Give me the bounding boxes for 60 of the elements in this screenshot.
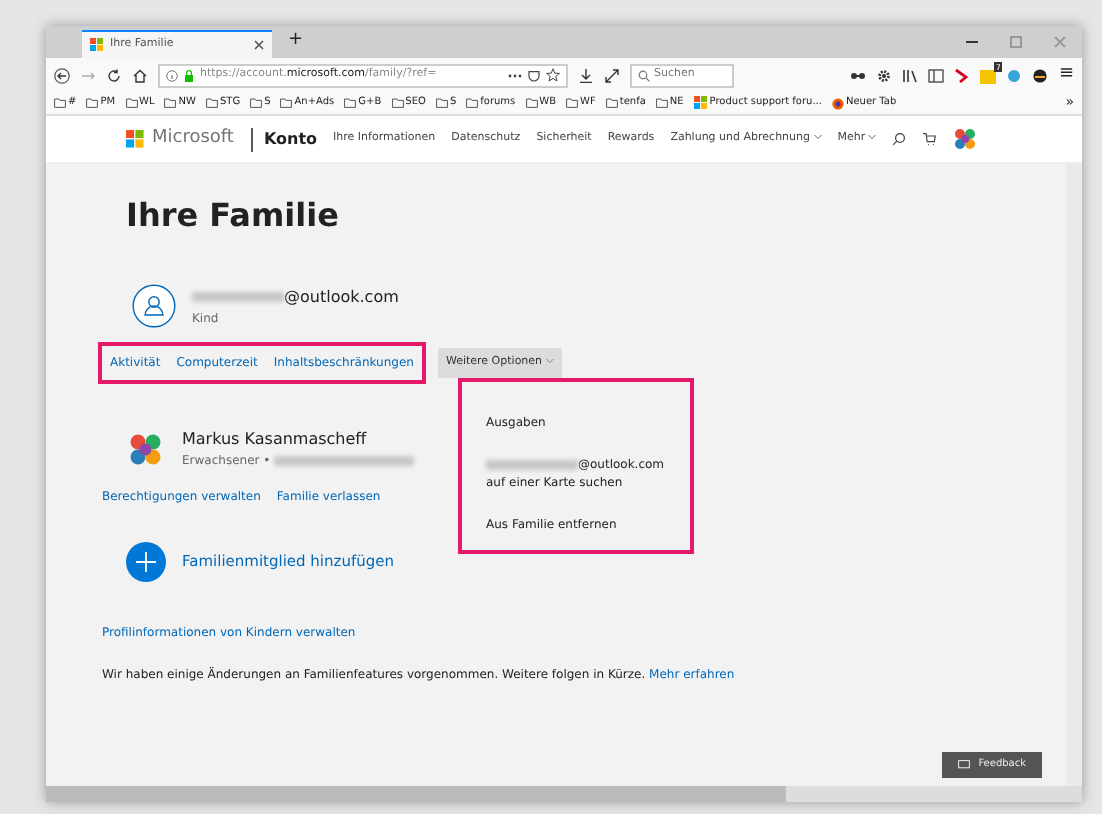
more-icon[interactable]	[508, 69, 522, 81]
shield-icon[interactable]	[528, 69, 540, 81]
search-icon[interactable]	[892, 132, 907, 146]
section-title[interactable]: Konto	[263, 127, 318, 151]
windows-logo-icon	[126, 130, 144, 148]
sidebar-icon[interactable]	[928, 67, 945, 83]
expand-icon[interactable]	[604, 67, 620, 83]
folder-icon	[280, 98, 293, 108]
library-icon[interactable]	[902, 67, 919, 83]
chevron-down-icon	[813, 134, 822, 141]
folder-icon	[250, 98, 263, 108]
gear-icon[interactable]	[876, 67, 893, 83]
folder-icon	[86, 98, 99, 108]
new-tab-button[interactable]: +	[272, 28, 320, 56]
reload-icon[interactable]	[106, 67, 122, 83]
profile-picture-icon	[126, 429, 166, 469]
windows-logo-icon	[90, 38, 104, 52]
folder-icon	[54, 98, 66, 108]
download-icon[interactable]	[578, 67, 594, 83]
note-icon[interactable]	[980, 67, 997, 83]
chevron-down-icon	[868, 134, 877, 141]
avatar-icon[interactable]	[1032, 67, 1049, 83]
plus-icon	[126, 542, 166, 582]
glasses-icon[interactable]	[850, 67, 867, 83]
comment-icon	[958, 759, 971, 770]
folder-icon	[435, 98, 448, 108]
folder-icon	[655, 98, 668, 108]
menu-button[interactable]: ≡	[1058, 61, 1074, 89]
folder-icon	[566, 98, 579, 108]
brand-name: Microsoft	[152, 125, 234, 152]
cart-icon[interactable]	[922, 132, 937, 146]
back-icon[interactable]	[54, 67, 70, 83]
minimize-icon[interactable]	[966, 36, 978, 48]
firefox-icon	[831, 97, 844, 109]
person-icon	[132, 284, 176, 328]
lock-icon	[184, 69, 194, 81]
folder-icon	[344, 98, 357, 108]
microsoft-logo[interactable]: Microsoft	[126, 125, 234, 153]
divider-icon	[249, 127, 254, 151]
tiles-icon	[693, 96, 708, 110]
folder-icon	[525, 98, 538, 108]
vertical-scrollbar[interactable]	[1066, 164, 1082, 786]
folder-icon	[391, 98, 404, 108]
star-icon[interactable]	[546, 68, 560, 82]
folder-icon	[605, 98, 618, 108]
folder-icon	[205, 98, 218, 108]
folder-icon	[125, 98, 138, 108]
horizontal-scrollbar[interactable]	[46, 786, 1082, 802]
info-icon	[166, 69, 178, 81]
profile-picture-icon[interactable]	[952, 126, 979, 152]
home-icon[interactable]	[132, 67, 148, 83]
page-title: Ihre Familie	[126, 194, 341, 238]
folder-icon	[466, 98, 479, 108]
close-icon[interactable]	[254, 40, 264, 50]
chevron-down-icon	[545, 358, 554, 365]
folder-icon	[164, 98, 177, 108]
globe-icon[interactable]	[1006, 67, 1023, 83]
email-address: @outlook.com	[192, 285, 399, 309]
member-name: Markus Kasanmascheff	[182, 428, 369, 452]
search-icon	[638, 69, 650, 81]
